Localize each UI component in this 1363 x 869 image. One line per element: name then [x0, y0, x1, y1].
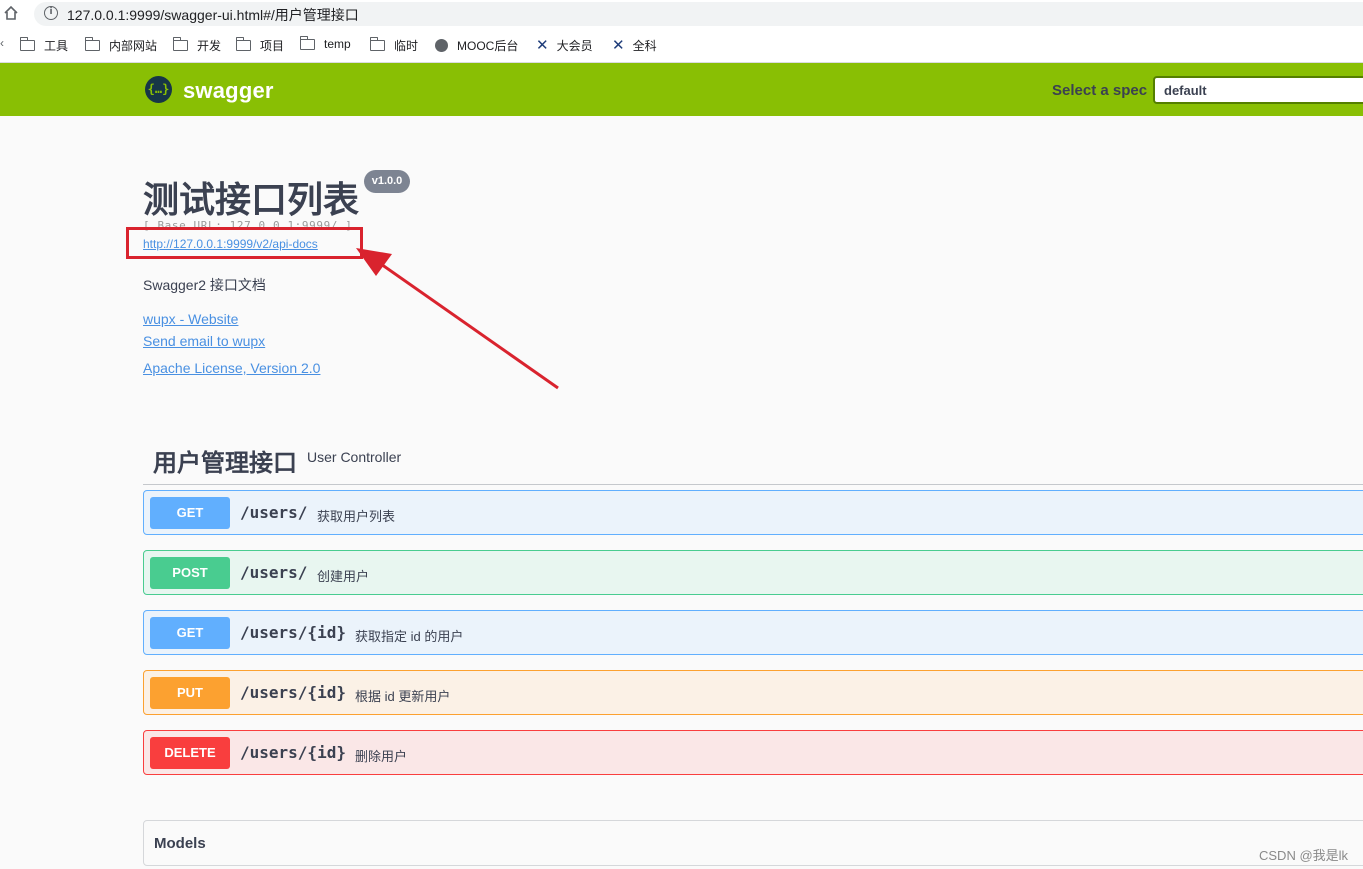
email-link[interactable]: Send email to wupx: [143, 333, 265, 349]
bookmark-dev[interactable]: 开发: [172, 37, 222, 54]
folder-icon: [299, 35, 315, 50]
bookmark-mooc[interactable]: MOOC后台: [435, 37, 518, 54]
api-title: 测试接口列表: [143, 179, 360, 220]
operation-path: /users/{id}: [240, 743, 346, 762]
bookmark-label: 开发: [197, 39, 222, 53]
folder-icon: [172, 37, 188, 51]
bookmark-internal-sites[interactable]: 内部网站: [84, 37, 158, 54]
bookmark-label: temp: [324, 37, 351, 51]
app-x-icon: ✕: [612, 36, 625, 54]
swagger-logo-text[interactable]: swagger: [183, 78, 274, 104]
operation-delete-user-by-id[interactable]: DELETE /users/{id} 删除用户: [143, 730, 1363, 775]
operation-summary: 创建用户: [317, 569, 370, 584]
bookmark-label: 临时: [394, 39, 419, 53]
bookmarks-overflow-icon[interactable]: ‹: [0, 36, 4, 50]
bookmark-label: 内部网站: [109, 39, 158, 53]
models-section[interactable]: Models: [143, 820, 1363, 866]
swagger-topbar: {…} swagger Select a spec default: [0, 63, 1363, 116]
operation-summary: 删除用户: [355, 749, 408, 764]
operation-path: /users/{id}: [240, 683, 346, 702]
operation-get-users[interactable]: GET /users/ 获取用户列表: [143, 490, 1363, 535]
folder-icon: [235, 37, 251, 51]
api-description: Swagger2 接口文档: [143, 277, 266, 293]
annotation-arrow-icon: [356, 248, 559, 390]
method-badge: PUT: [150, 677, 230, 709]
operation-summary: 获取指定 id 的用户: [355, 629, 464, 644]
home-icon[interactable]: [3, 5, 19, 21]
spec-select[interactable]: default: [1153, 76, 1363, 104]
url-text[interactable]: 127.0.0.1:9999/swagger-ui.html#/用户管理接口: [67, 5, 359, 25]
method-badge: GET: [150, 617, 230, 649]
folder-icon: [369, 37, 385, 51]
bookmark-vip[interactable]: ✕ 大会员: [536, 37, 593, 54]
spec-select-label: Select a spec: [1052, 82, 1148, 99]
site-info-icon[interactable]: i: [44, 6, 58, 20]
bookmark-label: 工具: [44, 39, 69, 53]
bookmark-tools[interactable]: 工具: [19, 37, 69, 54]
version-badge: v1.0.0: [364, 170, 410, 193]
operation-path: /users/: [240, 563, 308, 582]
operation-post-users[interactable]: POST /users/ 创建用户: [143, 550, 1363, 595]
swagger-logo-icon[interactable]: {…}: [145, 76, 172, 103]
operation-path: /users/: [240, 503, 308, 522]
bookmark-projects[interactable]: 项目: [235, 37, 285, 54]
bookmark-label: 大会员: [556, 39, 593, 53]
operation-path: /users/{id}: [240, 623, 346, 642]
browser-address-bar: i 127.0.0.1:9999/swagger-ui.html#/用户管理接口: [0, 0, 1363, 28]
bookmark-label: MOOC后台: [457, 39, 519, 53]
models-title: Models: [154, 835, 206, 852]
method-badge: GET: [150, 497, 230, 529]
operation-put-user-by-id[interactable]: PUT /users/{id} 根据 id 更新用户: [143, 670, 1363, 715]
tag-divider: [143, 484, 1363, 485]
bookmark-temp[interactable]: temp: [299, 35, 351, 51]
bookmark-all[interactable]: ✕ 全科: [612, 37, 657, 54]
operation-get-user-by-id[interactable]: GET /users/{id} 获取指定 id 的用户: [143, 610, 1363, 655]
bookmark-label: 全科: [632, 39, 657, 53]
license-link[interactable]: Apache License, Version 2.0: [143, 360, 320, 376]
method-badge: DELETE: [150, 737, 230, 769]
app-x-icon: ✕: [536, 36, 549, 54]
watermark: CSDN @我是lk: [1259, 848, 1349, 863]
bookmarks-bar: ‹ 工具 内部网站 开发 项目 temp 临时 MOOC后台 ✕ 大会员 ✕ 全…: [0, 28, 1363, 63]
operation-summary: 获取用户列表: [317, 509, 396, 524]
website-link[interactable]: wupx - Website: [143, 311, 238, 327]
method-badge: POST: [150, 557, 230, 589]
operation-summary: 根据 id 更新用户: [355, 689, 451, 704]
folder-icon: [84, 37, 100, 51]
bookmark-temporary[interactable]: 临时: [369, 37, 419, 54]
bookmark-label: 项目: [260, 39, 285, 53]
tag-description: User Controller: [307, 449, 402, 465]
folder-icon: [19, 37, 35, 51]
annotation-highlight-box: [126, 227, 363, 259]
globe-icon: [435, 39, 448, 52]
tag-title[interactable]: 用户管理接口: [153, 443, 297, 478]
